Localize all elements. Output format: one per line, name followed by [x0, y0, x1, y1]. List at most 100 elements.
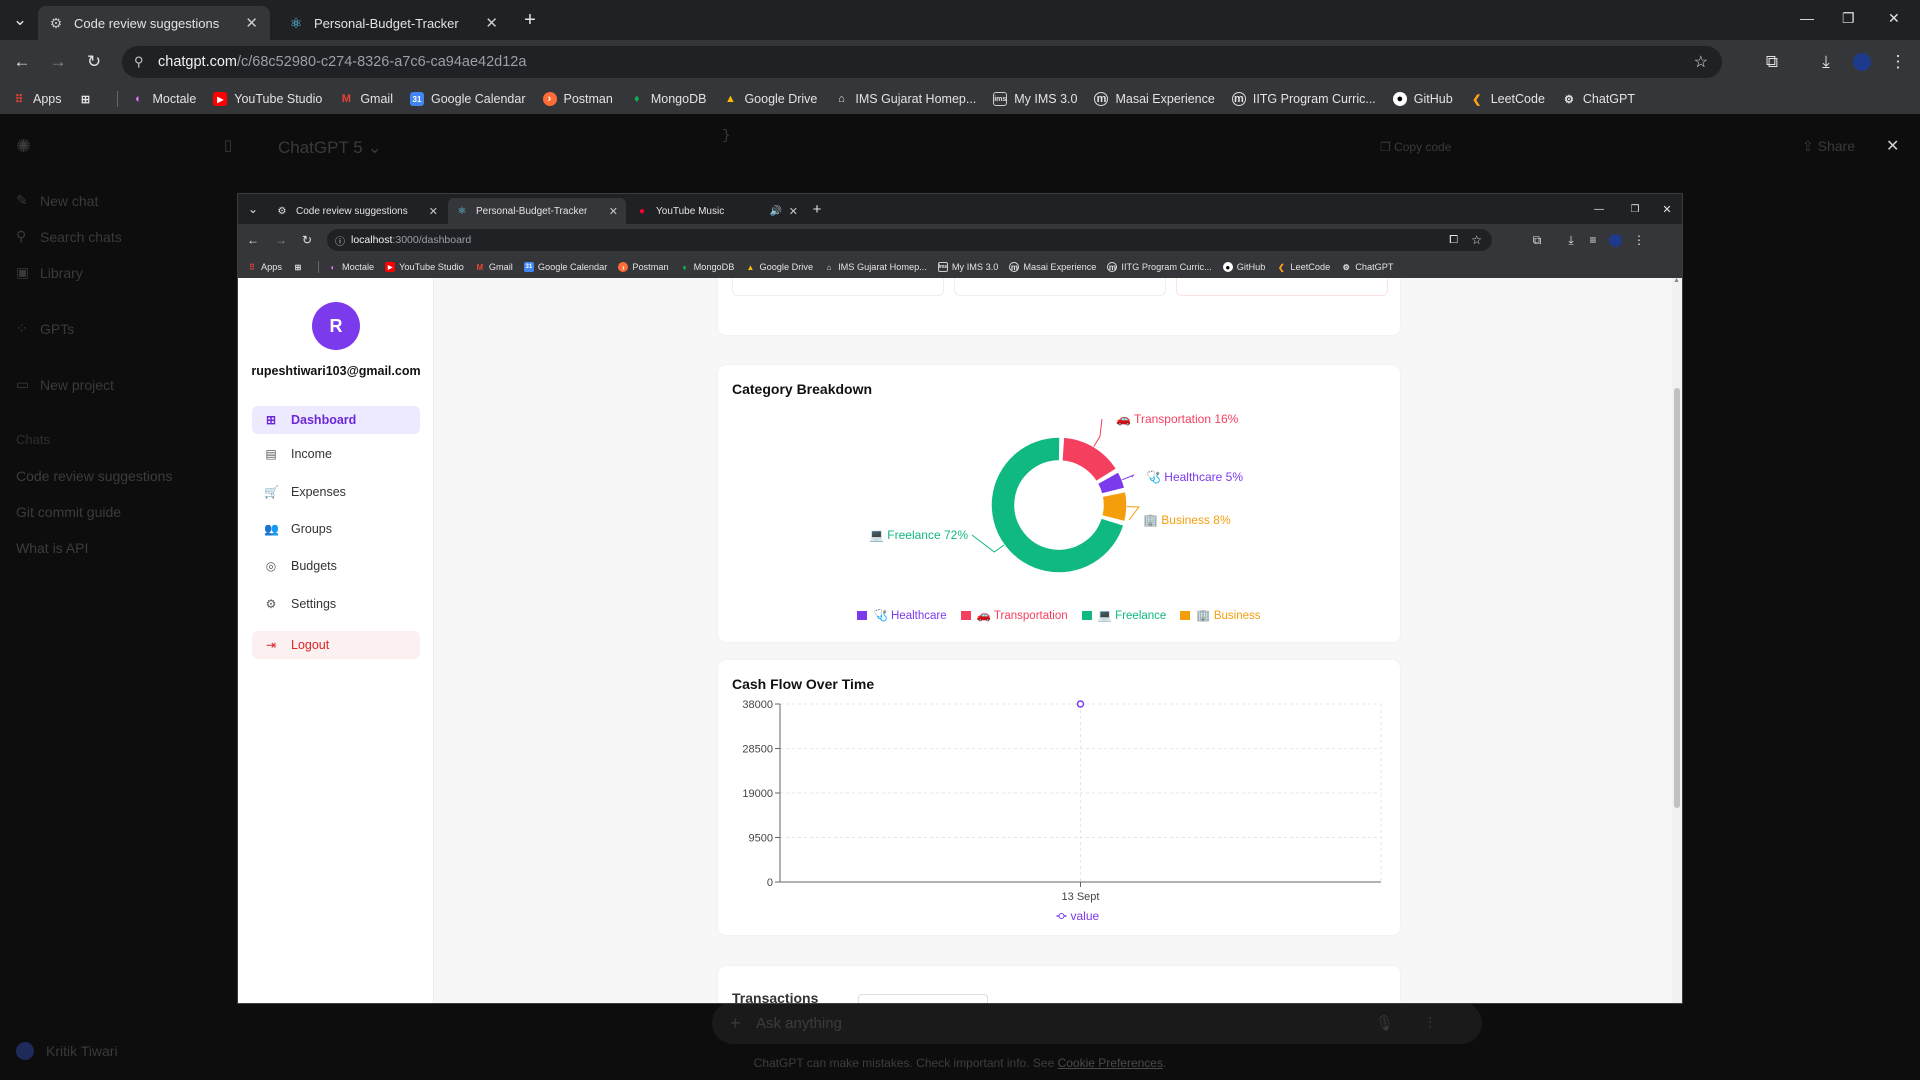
inner-tab-youtube-music[interactable]: ● YouTube Music 🔊 ✕ [628, 198, 806, 224]
bookmark-apps[interactable]: ⠿ Apps [247, 262, 282, 272]
chat-item[interactable]: What is API [16, 540, 88, 556]
bookmark-grid[interactable]: ⊞ [79, 92, 100, 106]
bookmark-masai[interactable]: m Masai Experience [1009, 262, 1096, 272]
media-icon[interactable]: ≡ [1584, 231, 1602, 249]
cookie-preferences-link[interactable]: Cookie Preferences [1058, 1056, 1163, 1070]
bookmark-gmail[interactable]: M Gmail [475, 262, 513, 272]
bookmark-youtube-studio[interactable]: ▶ YouTube Studio [213, 92, 322, 106]
close-icon[interactable]: ✕ [429, 205, 438, 218]
legend-item[interactable]: 🏢 Business [1180, 608, 1261, 622]
nav-groups[interactable]: 👥 Groups [252, 515, 420, 543]
microphone-icon[interactable]: 🎙 [1375, 1014, 1394, 1032]
openai-logo-icon[interactable]: ✺ [16, 136, 31, 157]
bookmark-star-icon[interactable]: ☆ [1471, 233, 1482, 247]
bookmark-my-ims[interactable]: ims My IMS 3.0 [937, 262, 998, 272]
site-info-icon[interactable]: ⓘ [335, 233, 345, 248]
download-icon[interactable]: ⤓ [1562, 231, 1580, 249]
close-icon[interactable]: ✕ [485, 14, 498, 32]
extensions-icon[interactable]: ⧉ [1760, 50, 1784, 74]
forward-icon[interactable]: → [272, 231, 290, 249]
bookmark-my-ims[interactable]: ims My IMS 3.0 [993, 92, 1077, 106]
nav-income[interactable]: ▤ Income [252, 440, 420, 468]
gpts-button[interactable]: ⁘ GPTs [16, 320, 74, 337]
bookmark-gmail[interactable]: M Gmail [339, 92, 393, 106]
tab-search-icon[interactable]: ⌄ [244, 200, 262, 218]
bookmark-google-calendar[interactable]: 31 Google Calendar [409, 92, 526, 106]
bookmark-postman[interactable]: › Postman [542, 92, 613, 106]
library-button[interactable]: ▣ Library [16, 264, 83, 281]
bookmark-moctale[interactable]: ◐ Moctale [328, 262, 375, 272]
transactions-filter[interactable] [858, 994, 988, 1003]
page-scrollbar[interactable]: ▲ [1672, 278, 1682, 1003]
nav-expenses[interactable]: 🛒 Expenses [252, 478, 420, 506]
bookmark-leetcode[interactable]: ❮ LeetCode [1470, 92, 1545, 106]
reload-icon[interactable]: ↻ [298, 231, 316, 249]
back-icon[interactable]: ← [244, 231, 262, 249]
forward-icon[interactable]: → [46, 50, 70, 74]
menu-icon[interactable]: ⋮ [1630, 231, 1648, 249]
bookmark-github[interactable]: ● GitHub [1392, 92, 1453, 106]
back-icon[interactable]: ← [10, 50, 34, 74]
inner-tab-code-review[interactable]: ⚙ Code review suggestions ✕ [268, 198, 446, 224]
new-project-button[interactable]: ▭ New project [16, 376, 114, 393]
profile-icon[interactable] [1850, 50, 1874, 74]
address-bar[interactable]: ⚲ chatgpt.com/c/68c52980-c274-8326-a7c6-… [122, 46, 1722, 78]
outer-tab-budget-tracker[interactable]: ⚛ Personal-Budget-Tracker ✕ [278, 6, 510, 40]
minimize-icon[interactable]: — [1590, 200, 1608, 218]
restore-icon[interactable]: ❐ [1842, 10, 1855, 27]
bookmark-github[interactable]: ● GitHub [1222, 262, 1265, 272]
bookmark-ims-gujarat[interactable]: ⌂ IMS Gujarat Homep... [824, 262, 927, 272]
copy-code-button[interactable]: ❐ Copy code [1380, 140, 1451, 154]
new-tab-button[interactable]: + [518, 8, 542, 32]
bookmark-leetcode[interactable]: ❮ LeetCode [1276, 262, 1330, 272]
extensions-icon[interactable]: ⧉ [1528, 231, 1546, 249]
bookmark-grid[interactable]: ⊞ [293, 262, 307, 272]
new-chat-button[interactable]: ✎ New chat [16, 192, 98, 209]
inner-tab-budget-tracker[interactable]: ⚛ Personal-Budget-Tracker ✕ [448, 198, 626, 224]
new-tab-button[interactable]: + [808, 200, 826, 218]
close-icon[interactable]: ✕ [789, 205, 798, 218]
close-icon[interactable]: ✕ [245, 14, 258, 32]
bookmark-iitg[interactable]: m IITG Program Curric... [1231, 92, 1376, 106]
chat-item[interactable]: Code review suggestions [16, 468, 172, 484]
bookmark-apps[interactable]: ⠿ Apps [12, 92, 62, 106]
site-info-icon[interactable]: ⚲ [134, 54, 144, 70]
reload-icon[interactable]: ↻ [82, 50, 106, 74]
close-window-icon[interactable]: ✕ [1888, 10, 1900, 27]
plus-icon[interactable]: + [730, 1013, 741, 1034]
download-icon[interactable]: ⤓ [1814, 50, 1838, 74]
minimize-icon[interactable]: — [1800, 10, 1814, 26]
bookmark-star-icon[interactable]: ☆ [1694, 52, 1708, 72]
ask-input[interactable]: + Ask anything 🎙 ⫶ [712, 1002, 1482, 1044]
legend-item[interactable]: 💻 Freelance [1081, 608, 1166, 622]
bookmark-postman[interactable]: › Postman [618, 262, 669, 272]
restore-icon[interactable]: ❐ [1626, 200, 1644, 218]
nav-budgets[interactable]: ◎ Budgets [252, 552, 420, 580]
search-chats-button[interactable]: ⚲ Search chats [16, 228, 122, 245]
bookmark-google-drive[interactable]: ▲ Google Drive [723, 92, 817, 106]
nav-dashboard[interactable]: ⊞ Dashboard [252, 406, 420, 434]
cast-icon[interactable]: ⧠ [1449, 234, 1458, 247]
voice-mode-icon[interactable]: ⫶ [1428, 1015, 1432, 1032]
chat-item[interactable]: Git commit guide [16, 504, 121, 520]
bookmark-mongodb[interactable]: ♦ MongoDB [680, 262, 735, 272]
bookmark-chatgpt[interactable]: ⚙ ChatGPT [1562, 92, 1635, 106]
menu-icon[interactable]: ⋮ [1886, 50, 1910, 74]
sidebar-toggle-icon[interactable]: ▯ [224, 136, 232, 154]
bookmark-youtube-studio[interactable]: ▶ YouTube Studio [385, 262, 464, 272]
scroll-up-icon[interactable]: ▲ [1673, 278, 1680, 284]
scrollbar-thumb[interactable] [1674, 388, 1680, 808]
close-modal-icon[interactable]: ✕ [1886, 136, 1899, 156]
address-bar[interactable]: ⓘ localhost:3000/dashboard ⧠ ☆ [327, 229, 1492, 251]
bookmark-iitg[interactable]: m IITG Program Curric... [1107, 262, 1212, 272]
bookmark-masai[interactable]: m Masai Experience [1094, 92, 1215, 106]
legend-item[interactable]: 🚗 Transportation [960, 608, 1068, 622]
nav-settings[interactable]: ⚙ Settings [252, 590, 420, 618]
bookmark-google-drive[interactable]: ▲ Google Drive [745, 262, 813, 272]
bookmark-ims-gujarat[interactable]: ⌂ IMS Gujarat Homep... [834, 92, 976, 106]
bookmark-chatgpt[interactable]: ⚙ ChatGPT [1341, 262, 1394, 272]
share-button[interactable]: ⇪ Share [1802, 138, 1855, 155]
logout-button[interactable]: ⇥ Logout [252, 631, 420, 659]
bookmark-google-calendar[interactable]: 31 Google Calendar [523, 262, 607, 272]
bookmark-mongodb[interactable]: ♦ MongoDB [630, 92, 706, 106]
